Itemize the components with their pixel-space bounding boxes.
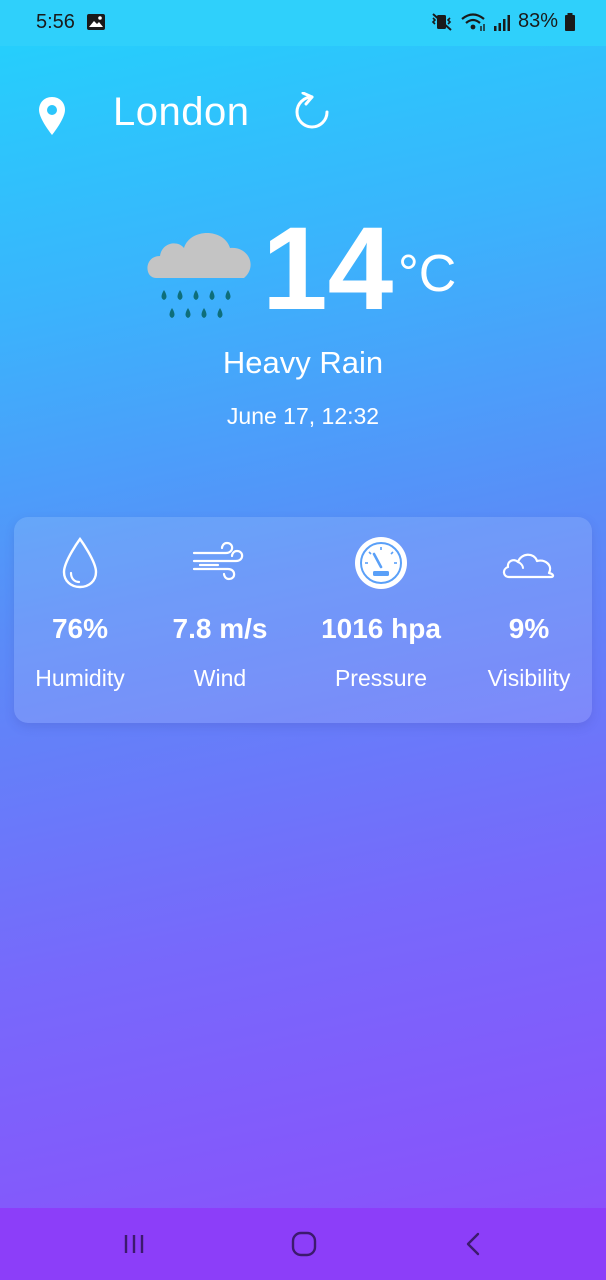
droplet-icon (62, 536, 98, 589)
temperature-unit: °C (398, 245, 457, 303)
wind-label: Wind (193, 665, 247, 691)
visibility-value: 9% (508, 613, 550, 644)
gallery-notification-icon (87, 14, 105, 30)
temperature-value: 14 (262, 203, 394, 335)
status-right: 83% (430, 10, 576, 33)
back-icon[interactable] (456, 1228, 492, 1260)
wind-icon (192, 541, 244, 581)
humidity-label: Humidity (35, 665, 125, 691)
weather-details-card: 76% Humidity 7.8 m/s Wind 1016 hpa Press… (14, 517, 592, 723)
mute-vibrate-icon (431, 12, 452, 31)
status-time: 5:56 (36, 11, 75, 33)
weather-datetime: June 17, 12:32 (226, 403, 380, 429)
stat-pressure: 1016 hpa Pressure (300, 517, 462, 723)
pressure-label: Pressure (334, 665, 428, 691)
recent-apps-icon[interactable] (116, 1228, 152, 1260)
stat-humidity: 76% Humidity (14, 517, 146, 723)
weather-app: 5:56 83% London 14 °C Heavy Rain June 17… (0, 0, 606, 1280)
wind-value: 7.8 m/s (172, 613, 268, 644)
city-name[interactable]: London (113, 90, 249, 135)
system-nav-bar (0, 1208, 606, 1280)
location-header: London (0, 80, 606, 150)
stat-visibility: 9% Visibility (470, 517, 588, 723)
battery-percent: 83% (517, 10, 558, 32)
signal-icon (493, 14, 510, 31)
visibility-label: Visibility (487, 665, 571, 691)
pressure-value: 1016 hpa (321, 613, 441, 644)
location-pin-icon[interactable] (38, 96, 66, 136)
status-bar: 5:56 83% (0, 0, 606, 46)
cloud-outline-icon (502, 553, 555, 579)
battery-icon (565, 12, 575, 31)
stat-wind: 7.8 m/s Wind (154, 517, 286, 723)
gauge-icon (355, 537, 407, 589)
wifi-icon (461, 12, 485, 31)
refresh-icon[interactable] (292, 92, 332, 132)
home-icon[interactable] (286, 1228, 322, 1260)
humidity-value: 76% (51, 613, 109, 644)
weather-condition: Heavy Rain (222, 345, 384, 380)
heavy-rain-cloud-icon (147, 233, 251, 318)
